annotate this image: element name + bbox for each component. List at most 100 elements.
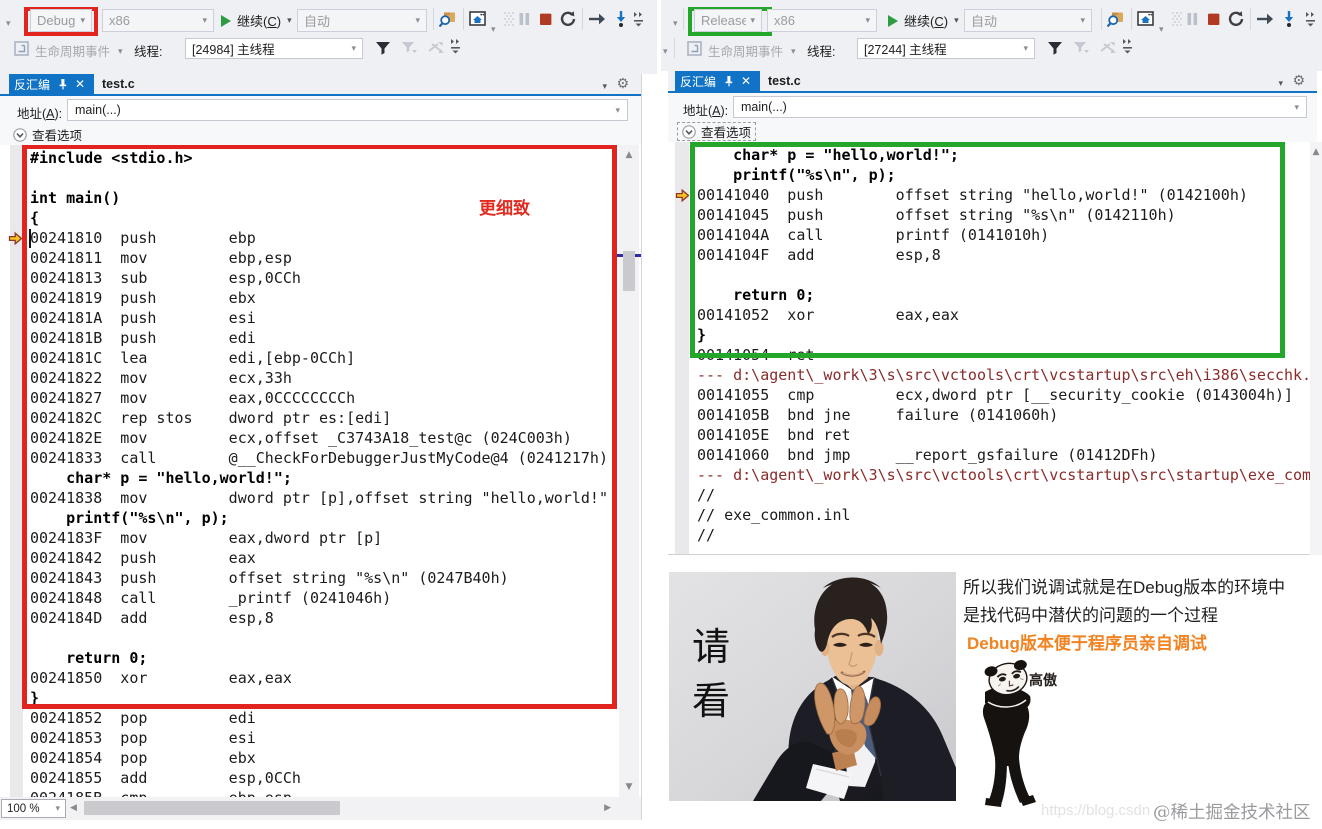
close-icon[interactable]: ✕ <box>75 78 85 90</box>
code-line[interactable]: --- d:\agent\_work\3\s\src\vctools\crt\v… <box>697 365 1310 385</box>
breakall-disabled-icon <box>504 12 514 26</box>
toolbar-overflow-caret-icon[interactable]: ▾ <box>663 46 668 57</box>
platform-combo[interactable]: x86 ▾ <box>767 9 877 32</box>
address-combo[interactable]: main(...) ▾ <box>67 99 628 121</box>
view-options-expander[interactable]: 查看选项 <box>677 122 757 141</box>
toolbar-overflow-icon[interactable] <box>450 37 462 55</box>
show-next-statement-icon[interactable] <box>588 10 606 28</box>
annotation-text: 更细致 <box>479 199 530 218</box>
scroll-down-icon[interactable]: ▼ <box>619 782 639 792</box>
code-line[interactable]: // <box>697 485 1310 505</box>
tab-testc[interactable]: test.c <box>95 74 142 94</box>
stop-debugging-icon[interactable] <box>1207 10 1221 28</box>
show-next-statement-icon[interactable] <box>1256 10 1274 28</box>
disassembly-code-area[interactable]: #include <stdio.h> int main(){00241810 p… <box>0 145 641 797</box>
gear-icon[interactable]: ⚙ <box>1292 73 1305 89</box>
chevron-down-icon[interactable]: ▾ <box>791 46 796 57</box>
chevron-down-icon[interactable]: ▾ <box>118 46 123 57</box>
gear-icon[interactable]: ⚙ <box>616 76 629 92</box>
screenshot-root: ▾ Debug ▾ x86 ▾ 继续(C) ▾ 自动 ▾ ▾ 生命周期事件 ▾ … <box>0 0 1322 829</box>
zoom-combo[interactable]: 100 % ▾ <box>1 799 66 818</box>
chevron-down-icon: ▾ <box>55 803 60 813</box>
thread-combo[interactable]: [24984] 主线程 ▾ <box>185 38 363 59</box>
address-bar: 地址(A): main(...) ▾ <box>0 96 641 124</box>
scroll-left-icon[interactable]: ◀ <box>70 803 77 813</box>
toolbar-overflow-caret-icon[interactable]: ▾ <box>6 18 11 29</box>
chevron-down-icon[interactable]: ▾ <box>491 24 496 35</box>
address-value: main(...) <box>75 103 121 117</box>
scroll-up-icon[interactable]: ▲ <box>1310 147 1322 157</box>
code-line[interactable]: 00241853 pop esi <box>30 728 641 748</box>
toolbar-separator <box>1250 8 1251 30</box>
code-line[interactable]: 0024185B cmp ebp,esp <box>30 788 641 797</box>
view-options-expander[interactable]: 查看选项 <box>9 125 86 144</box>
code-line[interactable]: // <box>697 525 1310 545</box>
code-line[interactable]: 00241852 pop edi <box>30 708 641 728</box>
step-into-icon[interactable] <box>614 10 628 28</box>
tab-disassembly[interactable]: 反汇编 ✕ <box>9 74 94 94</box>
lifecycle-events-button[interactable]: 生命周期事件 <box>708 41 783 60</box>
pin-icon[interactable] <box>723 75 734 87</box>
continue-label: 继续(C) <box>904 14 949 29</box>
vertical-scrollbar[interactable]: ▲ <box>1310 142 1322 555</box>
search-solution-explorer-icon[interactable] <box>1107 10 1125 28</box>
restart-icon[interactable] <box>1227 10 1245 28</box>
mode-combo[interactable]: 自动 ▾ <box>964 9 1092 32</box>
code-line[interactable]: --- d:\agent\_work\3\s\src\vctools\crt\v… <box>697 465 1310 485</box>
address-combo[interactable]: main(...) ▾ <box>733 96 1307 118</box>
continue-button[interactable]: 继续(C) ▾ <box>221 9 292 32</box>
panda-caption: 高傲 <box>1029 672 1057 688</box>
code-line[interactable]: 00241854 pop ebx <box>30 748 641 768</box>
code-line[interactable]: 0014105B bnd jne failure (0141060h) <box>697 405 1310 425</box>
breakall-disabled-icon <box>1172 12 1182 26</box>
configuration-value: Debug <box>37 13 76 28</box>
hscrollbar-thumb[interactable] <box>84 801 340 815</box>
platform-combo[interactable]: x86 ▾ <box>102 9 214 32</box>
toolbar-overflow-icon[interactable] <box>1122 37 1134 55</box>
filter-threads-icon[interactable] <box>1046 39 1064 57</box>
scroll-right-icon[interactable]: ▶ <box>604 803 611 813</box>
tab-testc[interactable]: test.c <box>761 71 808 91</box>
code-line[interactable]: 0014105E bnd ret <box>697 425 1310 445</box>
code-line[interactable]: 00141055 cmp ecx,dword ptr [__security_c… <box>697 385 1310 405</box>
code-line[interactable]: 00241855 add esp,0CCh <box>30 768 641 788</box>
restart-icon[interactable] <box>559 10 577 28</box>
mode-combo[interactable]: 自动 ▾ <box>297 9 427 32</box>
code-line[interactable]: 00141060 bnd jmp __report_gsfailure (014… <box>697 445 1310 465</box>
chevron-down-icon: ▾ <box>202 15 207 25</box>
tab-list-caret-icon[interactable]: ▾ <box>1278 78 1283 89</box>
scrollbar-thumb[interactable] <box>623 251 635 291</box>
chevron-circle-icon <box>682 124 696 139</box>
vertical-scrollbar[interactable]: ▲ ▼ <box>617 145 641 797</box>
scroll-up-icon[interactable]: ▲ <box>619 150 639 160</box>
continue-button[interactable]: 继续(C) ▾ <box>888 9 959 32</box>
close-icon[interactable]: ✕ <box>741 75 751 87</box>
chevron-down-icon: ▾ <box>1080 15 1085 25</box>
show-diagnostics-window-icon[interactable] <box>469 10 487 28</box>
toolbar-overflow-icon[interactable] <box>1305 10 1317 28</box>
thread-combo[interactable]: [27244] 主线程 ▾ <box>857 38 1035 59</box>
configuration-combo[interactable]: Release ▾ <box>694 9 762 32</box>
debug-annotation-rectangle <box>22 145 617 709</box>
toolbar-overflow-icon[interactable] <box>633 10 645 28</box>
filter-threads-icon[interactable] <box>374 39 392 57</box>
show-diagnostics-window-icon[interactable] <box>1137 10 1155 28</box>
code-line[interactable]: // exe_common.inl <box>697 505 1310 525</box>
pin-icon[interactable] <box>57 78 68 90</box>
text-caret <box>29 228 31 248</box>
disassembly-code-area[interactable]: char* p = "hello,world!"; printf("%s\n",… <box>668 142 1310 555</box>
stop-debugging-icon[interactable] <box>539 10 553 28</box>
caption-highlight: Debug版本便于程序员亲自调试 <box>967 634 1207 653</box>
configuration-combo[interactable]: Debug ▾ <box>30 9 92 32</box>
chevron-down-icon[interactable]: ▾ <box>1159 24 1164 35</box>
step-into-icon[interactable] <box>1282 10 1296 28</box>
toolbar-overflow-caret-icon[interactable]: ▾ <box>673 18 678 29</box>
toolbar-separator <box>674 38 675 58</box>
toolbar-separator <box>463 8 464 30</box>
tab-disassembly[interactable]: 反汇编 ✕ <box>675 71 760 91</box>
mode-value: 自动 <box>971 14 998 29</box>
tab-list-caret-icon[interactable]: ▾ <box>602 81 607 92</box>
lifecycle-events-button[interactable]: 生命周期事件 <box>35 41 110 60</box>
search-solution-explorer-icon[interactable] <box>439 10 457 28</box>
chevron-down-icon: ▾ <box>865 15 870 25</box>
